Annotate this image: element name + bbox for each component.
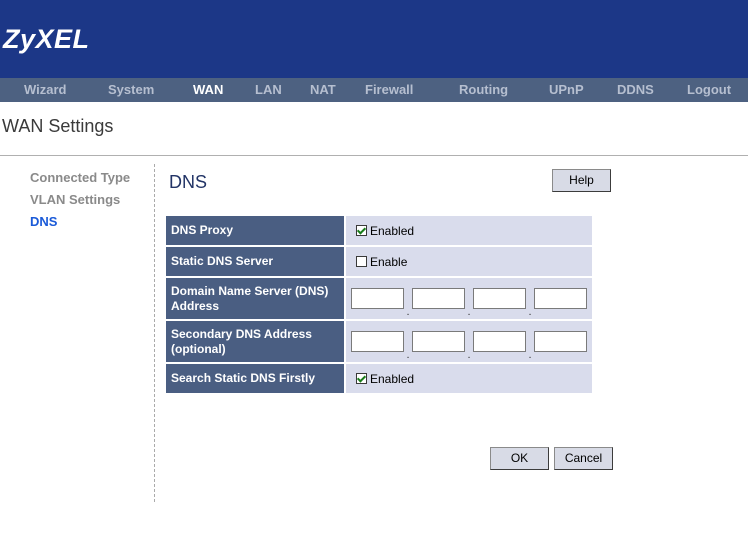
dns-settings-table: DNS Proxy Enabled Static DNS Server Enab…	[166, 216, 592, 395]
static-dns-checkbox[interactable]	[356, 256, 367, 267]
primary-dns-value: . . .	[346, 278, 592, 319]
primary-dns-octet-1[interactable]	[351, 288, 404, 309]
search-static-dns-checkbox[interactable]	[356, 373, 367, 384]
help-button[interactable]: Help	[552, 169, 611, 192]
secondary-dns-value: . . .	[346, 321, 592, 362]
top-nav: Wizard System WAN LAN NAT Firewall Routi…	[0, 78, 748, 102]
nav-wan[interactable]: WAN	[193, 82, 223, 97]
nav-upnp[interactable]: UPnP	[549, 82, 584, 97]
sidebar-item-connected-type[interactable]: Connected Type	[30, 170, 130, 192]
sidebar-item-vlan-settings[interactable]: VLAN Settings	[30, 192, 130, 214]
nav-wizard[interactable]: Wizard	[24, 82, 67, 97]
sidebar: Connected Type VLAN Settings DNS	[30, 170, 130, 236]
row-secondary-dns: Secondary DNS Address (optional) . . .	[166, 321, 592, 364]
nav-routing[interactable]: Routing	[459, 82, 508, 97]
secondary-dns-label: Secondary DNS Address (optional)	[166, 321, 344, 362]
static-dns-option-label: Enable	[370, 254, 408, 269]
secondary-dns-octet-2[interactable]	[412, 331, 465, 352]
search-static-dns-value: Enabled	[346, 364, 592, 393]
primary-dns-label: Domain Name Server (DNS) Address	[166, 278, 344, 319]
dns-proxy-option-label: Enabled	[370, 223, 415, 238]
search-static-dns-label: Search Static DNS Firstly	[166, 364, 344, 393]
primary-dns-octet-3[interactable]	[473, 288, 526, 309]
dns-proxy-label: DNS Proxy	[166, 216, 344, 245]
cancel-button[interactable]: Cancel	[554, 447, 613, 470]
primary-dns-octet-4[interactable]	[534, 288, 587, 309]
dns-proxy-value: Enabled	[346, 216, 592, 245]
row-dns-proxy: DNS Proxy Enabled	[166, 216, 592, 247]
page-title: WAN Settings	[2, 116, 114, 136]
sidebar-divider	[154, 164, 155, 502]
row-search-static-dns: Search Static DNS Firstly Enabled	[166, 364, 592, 395]
nav-ddns[interactable]: DDNS	[617, 82, 654, 97]
section-title: DNS	[169, 172, 208, 192]
static-dns-label: Static DNS Server	[166, 247, 344, 276]
nav-nat[interactable]: NAT	[310, 82, 336, 97]
secondary-dns-octet-4[interactable]	[534, 331, 587, 352]
dns-proxy-checkbox[interactable]	[356, 225, 367, 236]
static-dns-value: Enable	[346, 247, 592, 276]
sidebar-item-dns[interactable]: DNS	[30, 214, 130, 236]
header-bar: ZyXEL	[0, 0, 748, 78]
title-divider	[0, 155, 748, 156]
row-primary-dns: Domain Name Server (DNS) Address . . .	[166, 278, 592, 321]
nav-logout[interactable]: Logout	[687, 82, 731, 97]
nav-lan[interactable]: LAN	[255, 82, 282, 97]
zyxel-logo: ZyXEL	[3, 24, 90, 54]
primary-dns-octet-2[interactable]	[412, 288, 465, 309]
nav-firewall[interactable]: Firewall	[365, 82, 413, 97]
secondary-dns-octet-1[interactable]	[351, 331, 404, 352]
row-static-dns: Static DNS Server Enable	[166, 247, 592, 278]
secondary-dns-octet-3[interactable]	[473, 331, 526, 352]
search-static-dns-option-label: Enabled	[370, 371, 415, 386]
ok-button[interactable]: OK	[490, 447, 549, 470]
nav-system[interactable]: System	[108, 82, 154, 97]
